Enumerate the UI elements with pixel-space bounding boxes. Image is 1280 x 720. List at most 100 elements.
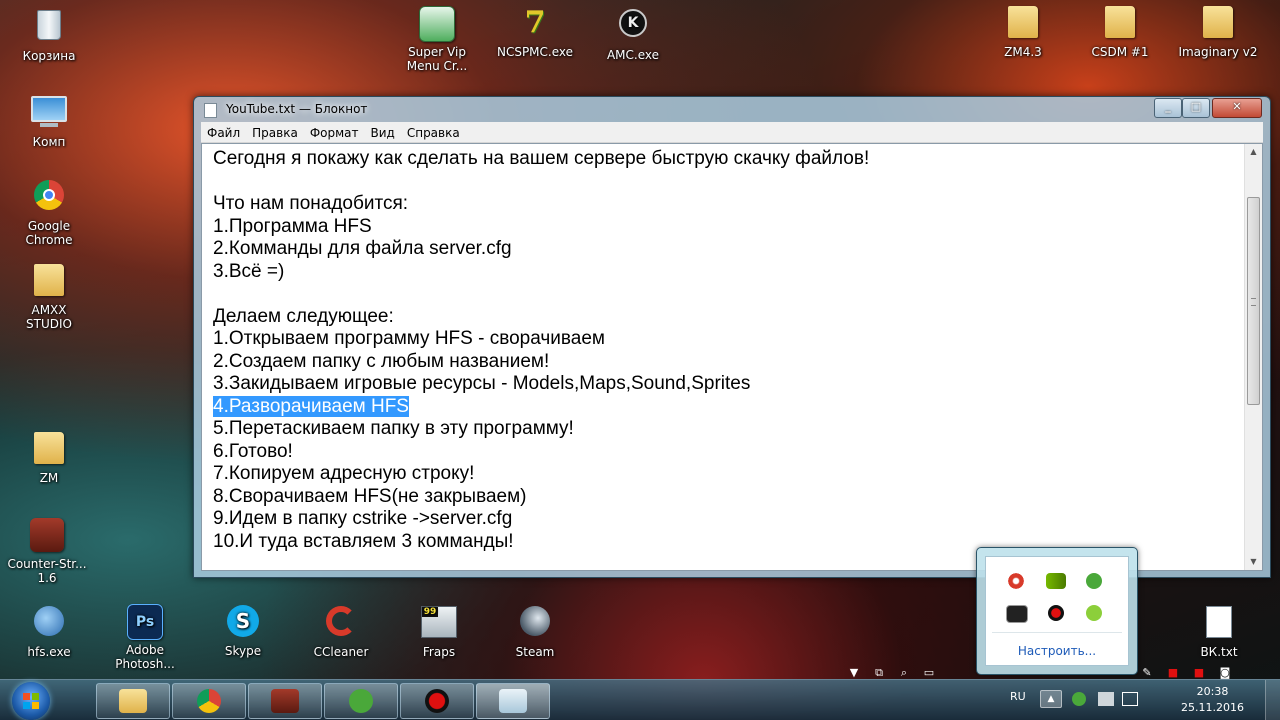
taskbar-chrome[interactable] bbox=[172, 683, 246, 719]
record-tray-icon[interactable] bbox=[1048, 605, 1064, 621]
desktop-icon-photoshop[interactable]: Ps Adobe Photosh... bbox=[104, 604, 186, 671]
desktop-icon-label: ZM4.3 bbox=[1004, 45, 1042, 59]
desktop-icon-steam[interactable]: Steam bbox=[494, 604, 576, 659]
window-title: YouTube.txt — Блокнот bbox=[226, 102, 368, 116]
record-icon[interactable]: ■ bbox=[1192, 666, 1206, 679]
taskbar-notepad[interactable] bbox=[476, 683, 550, 719]
camera-icon[interactable]: ◙ bbox=[1218, 666, 1232, 679]
menu-view[interactable]: Вид bbox=[365, 122, 401, 140]
desktop-icon-super-vip[interactable]: Super Vip Menu Cr... bbox=[396, 6, 478, 73]
desktop-icon-counter-strike[interactable]: Counter-Str... 1.6 bbox=[6, 518, 88, 585]
desktop-icon-chrome[interactable]: Google Chrome bbox=[8, 178, 90, 247]
clock-time: 20:38 bbox=[1196, 685, 1229, 698]
customize-link[interactable]: Настроить... bbox=[977, 644, 1137, 658]
ccleaner-icon bbox=[326, 606, 356, 636]
desktop-icon-label: NCSPMC.exe bbox=[496, 45, 574, 59]
taskbar-explorer[interactable] bbox=[96, 683, 170, 719]
desktop-icon-fraps[interactable]: 99 Fraps bbox=[398, 604, 480, 659]
desktop-icon-amxx-studio[interactable]: AMXX STUDIO bbox=[8, 264, 90, 331]
text-line: 1.Открываем программу HFS - сворачиваем bbox=[213, 328, 605, 349]
menu-format[interactable]: Формат bbox=[304, 122, 365, 140]
recorder-toolbar: ▼ ⧉ ⌕ ▭ bbox=[846, 661, 954, 679]
desktop-icon-amc[interactable]: K AMC.exe bbox=[592, 6, 674, 62]
text-line: 6.Готово! bbox=[213, 440, 293, 462]
scroll-up-icon[interactable]: ▲ bbox=[1245, 144, 1262, 160]
minimize-button[interactable]: _ bbox=[1154, 98, 1182, 118]
desktop-icon-label: AMC.exe bbox=[606, 48, 660, 62]
menu-file[interactable]: Файл bbox=[201, 122, 246, 140]
sync-tray-icon[interactable] bbox=[1086, 605, 1102, 621]
text-line: 2.Комманды для файла server.cfg bbox=[213, 238, 512, 259]
desktop-icon-csdm[interactable]: CSDM #1 bbox=[1079, 6, 1161, 59]
desktop-icon-label: Steam bbox=[515, 645, 555, 659]
taskbar-utorrent[interactable] bbox=[324, 683, 398, 719]
network-muted-icon[interactable] bbox=[1098, 692, 1114, 706]
dropdown-icon[interactable]: ▼ bbox=[846, 666, 862, 679]
menu-help[interactable]: Справка bbox=[401, 122, 466, 140]
vertical-scrollbar[interactable]: ▲ ▼ bbox=[1244, 144, 1262, 570]
capture-toolbar: ✎ ■ ■ ◙ bbox=[1140, 661, 1250, 679]
menu-bar: Файл Правка Формат Вид Справка bbox=[201, 122, 1263, 143]
text-line: 5.Перетаскиваем папку в эту программу! bbox=[213, 418, 574, 439]
scrollbar-thumb[interactable] bbox=[1247, 197, 1260, 405]
region-icon[interactable]: ▭ bbox=[921, 666, 937, 679]
desktop-icon-label: AMXX STUDIO bbox=[26, 303, 72, 331]
hfs-icon bbox=[34, 606, 64, 636]
folder-icon bbox=[1008, 6, 1038, 38]
notepad-window[interactable]: YouTube.txt — Блокнот _ □ ✕ Файл Правка Фо… bbox=[193, 96, 1271, 578]
desktop-icon-vk-txt[interactable]: ВК.txt bbox=[1178, 604, 1260, 659]
start-button[interactable] bbox=[12, 682, 50, 720]
notepad-icon bbox=[204, 103, 217, 118]
action-center-icon[interactable] bbox=[1122, 692, 1138, 706]
amc-icon: K bbox=[619, 9, 647, 37]
stop-icon[interactable]: ■ bbox=[1166, 666, 1180, 679]
maximize-icon: □ bbox=[1190, 100, 1202, 113]
pencil-icon[interactable]: ✎ bbox=[1140, 666, 1154, 679]
counter-strike-icon bbox=[271, 689, 299, 713]
app-icon bbox=[419, 6, 455, 42]
desktop-icon-recycle-bin[interactable]: Корзина bbox=[8, 6, 90, 63]
desktop-icon-zm43[interactable]: ZM4.3 bbox=[982, 6, 1064, 59]
desktop-icon-skype[interactable]: S Skype bbox=[202, 604, 284, 658]
taskbar-recorder[interactable] bbox=[400, 683, 474, 719]
title-bar[interactable]: YouTube.txt — Блокнот _ □ ✕ bbox=[194, 97, 1270, 121]
text-line bbox=[213, 171, 1232, 194]
ncs-icon: 7 bbox=[524, 5, 546, 40]
desktop-icon-zm[interactable]: ZM bbox=[8, 432, 90, 485]
zoom-icon[interactable]: ⌕ bbox=[896, 666, 912, 679]
desktop-icon-imaginary[interactable]: Imaginary v2 bbox=[1172, 6, 1264, 59]
desktop-icon-hfs[interactable]: hfs.exe bbox=[8, 604, 90, 659]
steam-icon bbox=[520, 606, 550, 636]
close-button[interactable]: ✕ bbox=[1212, 98, 1262, 118]
desktop-icon-label: ВК.txt bbox=[1200, 645, 1238, 659]
language-indicator[interactable]: RU bbox=[1010, 690, 1026, 703]
taskbar: RU ▲ 20:38 25.11.2016 bbox=[0, 679, 1280, 720]
clock[interactable]: 20:38 25.11.2016 bbox=[1181, 684, 1244, 716]
skype-icon: S bbox=[227, 605, 259, 637]
nvidia-tray-icon[interactable] bbox=[1046, 573, 1066, 589]
desktop-icon-ccleaner[interactable]: CCleaner bbox=[300, 604, 382, 659]
desktop-icon-ncspmc[interactable]: 7 NCSPMC.exe bbox=[494, 5, 576, 60]
text-editor[interactable]: Сегодня я покажу как сделать на вашем се… bbox=[201, 143, 1263, 571]
desktop-icon-label: Комп bbox=[32, 135, 66, 149]
record-icon bbox=[425, 689, 449, 713]
utorrent-tray-icon[interactable] bbox=[1086, 573, 1102, 589]
taskbar-counter-strike[interactable] bbox=[248, 683, 322, 719]
desktop-icon-label: hfs.exe bbox=[27, 645, 71, 659]
ccleaner-tray-icon[interactable] bbox=[1006, 573, 1026, 589]
text-content[interactable]: Сегодня я покажу как сделать на вашем се… bbox=[213, 148, 1232, 570]
menu-edit[interactable]: Правка bbox=[246, 122, 304, 140]
show-desktop-button[interactable] bbox=[1265, 680, 1280, 720]
desktop-icon-computer[interactable]: Комп bbox=[8, 92, 90, 149]
computer-icon bbox=[31, 96, 67, 132]
scroll-down-icon[interactable]: ▼ bbox=[1245, 554, 1262, 570]
window-icon[interactable]: ⧉ bbox=[871, 666, 887, 679]
utorrent-tray-icon[interactable] bbox=[1072, 692, 1086, 706]
text-line: 3.Всё =) bbox=[213, 260, 285, 282]
maximize-button[interactable]: □ bbox=[1182, 98, 1210, 118]
show-hidden-icons-button[interactable]: ▲ bbox=[1040, 690, 1062, 708]
csdm-tray-icon[interactable] bbox=[1006, 605, 1028, 623]
system-tray: RU ▲ 20:38 25.11.2016 bbox=[1010, 680, 1280, 720]
text-line bbox=[213, 283, 1232, 306]
desktop-icon-label: Imaginary v2 bbox=[1178, 45, 1258, 59]
